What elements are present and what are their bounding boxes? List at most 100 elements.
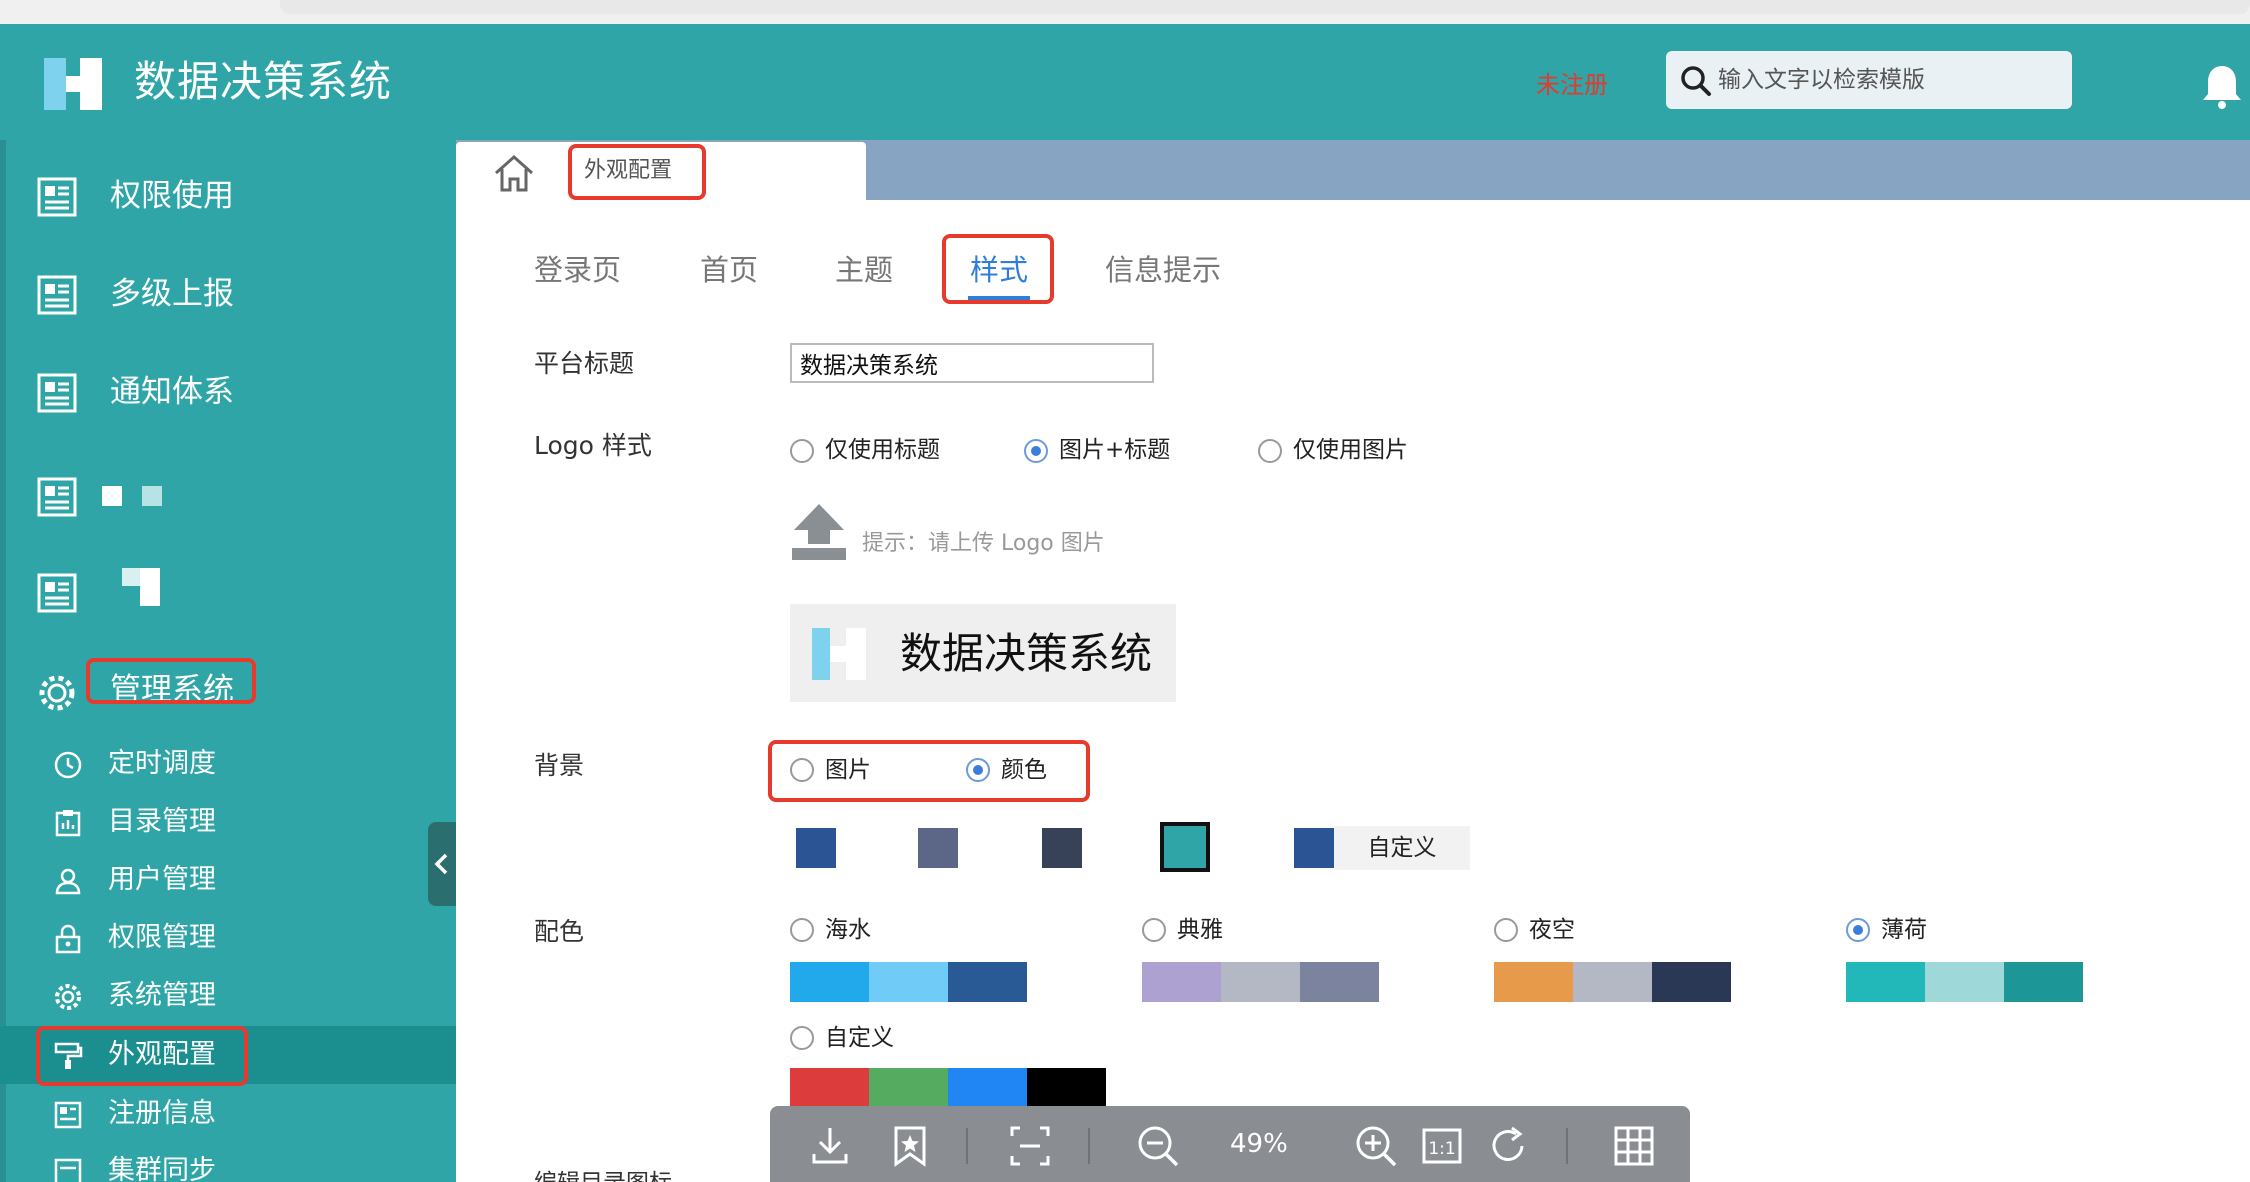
background-color-swatch[interactable] xyxy=(796,828,836,868)
sidebar-item-label: 权限使用 xyxy=(110,178,234,214)
sidebar-item-redacted-2[interactable] xyxy=(0,552,456,632)
grid-view-icon[interactable] xyxy=(1612,1124,1656,1168)
sidebar-item-label: 多级上报 xyxy=(110,276,234,312)
sidebar-item-permission-usage[interactable]: 权限使用 xyxy=(0,156,456,236)
scheme-custom-radio[interactable] xyxy=(790,1026,814,1050)
background-image-radio[interactable] xyxy=(790,758,814,782)
template-search-box[interactable] xyxy=(1666,51,2072,109)
toolbar-separator xyxy=(1566,1128,1568,1164)
redacted-label-block xyxy=(140,588,160,606)
scheme-night-sky-palette[interactable] xyxy=(1494,962,1810,1002)
palette-color-block xyxy=(2083,962,2162,1002)
background-option-label[interactable]: 颜色 xyxy=(1001,754,1047,786)
palette-color-block xyxy=(1379,962,1458,1002)
sidebar-item-notification-system[interactable]: 通知体系 xyxy=(0,352,456,432)
lock-icon xyxy=(55,924,81,954)
background-color-swatch[interactable] xyxy=(918,828,958,868)
scheme-name[interactable]: 薄荷 xyxy=(1881,914,1927,946)
sidebar-item-management-system[interactable]: 管理系统 xyxy=(0,648,456,728)
platform-title-label: 平台标题 xyxy=(534,349,635,378)
palette-color-block xyxy=(869,962,948,1002)
scheme-name[interactable]: 海水 xyxy=(825,914,871,946)
sidebar-item-multilevel-report[interactable]: 多级上报 xyxy=(0,254,456,334)
scheme-night-sky-radio[interactable] xyxy=(1494,918,1518,942)
sidebar-subitem-registration[interactable]: 注册信息 xyxy=(0,1085,456,1143)
sidebar-subitem-users[interactable]: 用户管理 xyxy=(0,851,456,909)
upload-hint: 提示：请上传 Logo 图片 xyxy=(862,531,1105,556)
download-icon[interactable] xyxy=(808,1124,852,1168)
palette-color-block xyxy=(790,1068,869,1108)
logo-preview-text: 数据决策系统 xyxy=(900,629,1153,678)
unregistered-label[interactable]: 未注册 xyxy=(1536,68,1608,102)
scheme-seawater-radio[interactable] xyxy=(790,918,814,942)
main-content xyxy=(456,200,2250,1182)
toolbar-separator xyxy=(1088,1128,1090,1164)
zoom-out-icon[interactable] xyxy=(1136,1124,1180,1168)
subtab-style[interactable]: 样式 xyxy=(970,250,1028,290)
subtab-info-tips[interactable]: 信息提示 xyxy=(1105,250,1221,290)
browser-address-bar[interactable] xyxy=(280,0,2250,14)
scheme-custom-palette[interactable] xyxy=(790,1068,1106,1108)
palette-color-block xyxy=(1027,962,1106,1002)
sidebar-subitem-system[interactable]: 系统管理 xyxy=(0,967,456,1025)
document-icon xyxy=(37,573,77,613)
bell-icon[interactable] xyxy=(2200,62,2244,110)
scheme-mint-radio[interactable] xyxy=(1846,918,1870,942)
app-title: 数据决策系统 xyxy=(134,57,393,106)
logo-option-label[interactable]: 仅使用标题 xyxy=(825,434,940,466)
scheme-elegant-palette[interactable] xyxy=(1142,962,1458,1002)
custom-color-button[interactable]: 自定义 xyxy=(1334,826,1470,870)
subtab-home[interactable]: 首页 xyxy=(700,250,758,290)
palette-color-block xyxy=(1027,1068,1106,1108)
scheme-elegant-radio[interactable] xyxy=(1142,918,1166,942)
app-header: 数据决策系统 未注册 xyxy=(0,24,2250,140)
rotate-icon[interactable] xyxy=(1486,1124,1530,1168)
search-input[interactable] xyxy=(1718,59,2058,101)
sidebar-subitem-appearance[interactable]: 外观配置 xyxy=(0,1026,456,1084)
scheme-mint-palette[interactable] xyxy=(1846,962,2162,1002)
background-color-swatch-selected[interactable] xyxy=(1160,822,1210,872)
logo-style-label: Logo 样式 xyxy=(534,431,652,460)
redacted-label-block xyxy=(140,568,160,588)
background-option-label[interactable]: 图片 xyxy=(825,754,871,786)
sidebar-subitem-scheduling[interactable]: 定时调度 xyxy=(0,735,456,793)
platform-title-input[interactable] xyxy=(790,343,1154,383)
clipboard-chart-icon xyxy=(55,810,81,837)
crop-select-icon[interactable] xyxy=(1008,1124,1052,1168)
palette-color-block xyxy=(1142,962,1221,1002)
background-color-radio[interactable] xyxy=(966,758,990,782)
app-logo-icon xyxy=(812,628,866,680)
subtab-login-page[interactable]: 登录页 xyxy=(534,250,621,290)
chevron-left-icon xyxy=(434,853,448,875)
logo-image-only-radio[interactable] xyxy=(1258,439,1282,463)
logo-title-only-radio[interactable] xyxy=(790,439,814,463)
redacted-label-block xyxy=(122,568,140,586)
sidebar-subitem-permissions[interactable]: 权限管理 xyxy=(0,909,456,967)
sidebar-item-label: 管理系统 xyxy=(110,672,234,708)
upload-icon[interactable] xyxy=(790,502,848,562)
bookmark-star-icon[interactable] xyxy=(888,1124,932,1168)
zoom-in-icon[interactable] xyxy=(1354,1124,1398,1168)
palette-color-block xyxy=(1846,962,1925,1002)
scheme-name[interactable]: 自定义 xyxy=(825,1022,894,1054)
redacted-label-block xyxy=(142,486,162,506)
custom-color-swatch[interactable] xyxy=(1294,828,1334,868)
home-icon[interactable] xyxy=(492,152,536,194)
scheme-seawater-palette[interactable] xyxy=(790,962,1106,1002)
subtab-theme[interactable]: 主题 xyxy=(835,250,893,290)
scheme-name[interactable]: 典雅 xyxy=(1177,914,1223,946)
sidebar-subitem-directory[interactable]: 目录管理 xyxy=(0,793,456,851)
logo-option-label[interactable]: 仅使用图片 xyxy=(1293,434,1408,466)
logo-image-title-radio[interactable] xyxy=(1024,439,1048,463)
sidebar-collapse-button[interactable] xyxy=(428,822,456,906)
logo-option-label[interactable]: 图片+标题 xyxy=(1059,434,1170,466)
document-icon xyxy=(54,1101,82,1129)
sidebar-subitem-cluster-sync[interactable]: 集群同步 xyxy=(0,1142,456,1182)
palette-color-block xyxy=(1573,962,1652,1002)
document-icon xyxy=(37,477,77,517)
tab-label[interactable]: 外观配置 xyxy=(584,156,672,186)
actual-size-icon[interactable]: 1:1 xyxy=(1420,1124,1464,1168)
background-color-swatch[interactable] xyxy=(1042,828,1082,868)
sidebar-item-redacted-1[interactable] xyxy=(0,456,456,536)
scheme-name[interactable]: 夜空 xyxy=(1529,914,1575,946)
